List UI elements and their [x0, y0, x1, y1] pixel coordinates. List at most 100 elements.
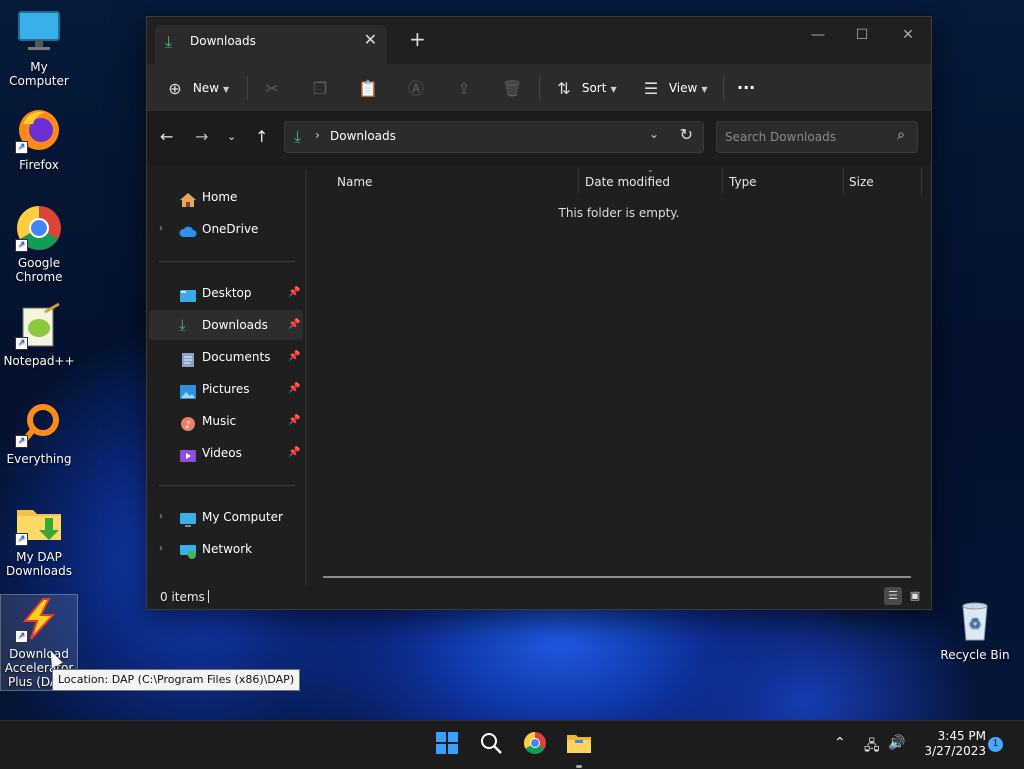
chevron-down-icon: ▼ [223, 85, 230, 94]
pin-icon[interactable]: 📌 [288, 278, 300, 308]
nav-item-my-computer[interactable]: › My Computer [149, 502, 303, 532]
pin-icon[interactable]: 📌 [288, 342, 300, 372]
home-icon [179, 189, 197, 207]
desktop-icon-chrome[interactable]: ↗ Google Chrome [1, 204, 77, 284]
desktop-icon-label: Notepad++ [3, 354, 75, 368]
sort-button[interactable]: ⇅ Sort ▼ [554, 74, 616, 102]
notepad-plus-plus-icon: ↗ [15, 302, 63, 350]
rename-button[interactable]: Ⓐ [406, 74, 426, 102]
pin-icon[interactable]: 📌 [288, 438, 300, 468]
nav-item-home[interactable]: Home [149, 182, 303, 212]
pin-icon[interactable]: 📌 [288, 310, 300, 340]
nav-label: Network [202, 542, 253, 556]
paste-button[interactable]: 📋 [358, 74, 378, 102]
nav-item-onedrive[interactable]: › OneDrive [149, 214, 303, 244]
monitor-icon [15, 8, 63, 56]
desktop-icon-firefox[interactable]: ↗ Firefox [1, 106, 77, 172]
scissors-icon: ✂ [265, 78, 279, 98]
close-window-button[interactable]: ✕ [885, 21, 931, 49]
minimize-button[interactable]: — [795, 21, 841, 49]
empty-folder-message: This folder is empty. [558, 206, 680, 220]
cut-button[interactable]: ✂ [262, 74, 282, 102]
expand-chevron-icon[interactable]: › [159, 534, 163, 564]
desktop-icon-my-computer[interactable]: My Computer [1, 8, 77, 88]
clock-date: 3/27/2023 [924, 744, 986, 758]
magnifier-icon: ↗ [15, 400, 63, 448]
recent-locations-chevron-icon[interactable]: ⌄ [227, 130, 236, 143]
column-header-type[interactable]: Type [729, 175, 757, 189]
taskbar-chrome[interactable] [521, 731, 549, 759]
desktop-icon-everything[interactable]: ↗ Everything [1, 400, 77, 466]
column-header-name[interactable]: Name [337, 175, 372, 189]
tab-downloads[interactable]: ⤓ Downloads ✕ [155, 25, 387, 64]
taskbar: ⌃ 🖧 🔊 3:45 PM 3/27/2023 1 [0, 720, 1024, 769]
more-options-button[interactable]: ··· [737, 74, 755, 102]
share-button[interactable]: ⇪ [454, 74, 474, 102]
pin-icon[interactable]: 📌 [288, 406, 300, 436]
tiles-view-button[interactable]: ▣ [906, 587, 924, 605]
copy-button[interactable]: ❐ [310, 74, 330, 102]
nav-item-pictures[interactable]: Pictures 📌 [149, 374, 303, 404]
nav-label: Music [202, 414, 237, 428]
volume-icon[interactable]: 🔊 [888, 735, 905, 751]
new-button[interactable]: ⊕ New ▼ [165, 74, 229, 102]
maximize-button[interactable]: ☐ [839, 21, 885, 49]
desktop-icon-notepad-plus-plus[interactable]: ↗ Notepad++ [1, 302, 77, 368]
search-placeholder: Search Downloads [725, 130, 836, 144]
breadcrumb-downloads[interactable]: Downloads [330, 129, 396, 143]
search-button[interactable] [477, 731, 505, 759]
nav-item-documents[interactable]: Documents 📌 [149, 342, 303, 372]
shortcut-arrow-icon: ↗ [15, 239, 28, 252]
nav-label: Desktop [202, 286, 252, 300]
search-icon: ⌕ [897, 127, 905, 143]
up-arrow-icon[interactable]: ↑ [255, 127, 268, 146]
expand-chevron-icon[interactable]: › [159, 214, 163, 244]
network-status-icon[interactable]: 🖧 [864, 735, 880, 759]
delete-button[interactable]: 🗑 [502, 74, 522, 102]
column-header-size[interactable]: Size [849, 175, 874, 189]
nav-item-desktop[interactable]: Desktop 📌 [149, 278, 303, 308]
pictures-icon [179, 381, 197, 399]
new-tab-button[interactable]: + [409, 27, 426, 51]
location-tooltip: Location: DAP (C:\Program Files (x86)\DA… [52, 669, 301, 691]
taskbar-file-explorer[interactable] [565, 731, 593, 759]
shortcut-arrow-icon: ↗ [15, 533, 28, 546]
close-tab-icon[interactable]: ✕ [364, 30, 377, 49]
shortcut-arrow-icon: ↗ [15, 435, 28, 448]
view-button[interactable]: ☰ View ▼ [641, 74, 708, 102]
tab-title: Downloads [190, 34, 256, 48]
pin-icon[interactable]: 📌 [288, 374, 300, 404]
notification-badge[interactable]: 1 [988, 737, 1003, 752]
recycle-bin-icon: ♻ [951, 596, 999, 644]
start-button[interactable] [433, 731, 461, 759]
video-icon [179, 445, 197, 462]
horizontal-scrollbar[interactable] [323, 576, 911, 578]
firefox-icon: ↗ [15, 106, 63, 154]
refresh-icon[interactable]: ↻ [680, 125, 693, 144]
shortcut-arrow-icon: ↗ [15, 141, 28, 154]
column-header-date-modified[interactable]: Date modified [585, 175, 670, 189]
nav-label: OneDrive [202, 222, 259, 236]
nav-item-videos[interactable]: Videos 📌 [149, 438, 303, 468]
nav-item-music[interactable]: ♪ Music 📌 [149, 406, 303, 436]
view-lines-icon: ☰ [643, 78, 659, 98]
music-icon: ♪ [179, 413, 197, 431]
folder-icon [567, 735, 591, 753]
sort-label: Sort [581, 81, 607, 95]
address-bar[interactable]: ⤓ › Downloads ⌄ ↻ [284, 121, 704, 153]
show-hidden-icons-chevron-icon[interactable]: ⌃ [834, 735, 846, 751]
view-label: View [668, 81, 698, 95]
clock[interactable]: 3:45 PM 3/27/2023 [916, 729, 986, 759]
nav-item-downloads[interactable]: ⤓ Downloads 📌 [149, 310, 303, 340]
search-input[interactable]: Search Downloads ⌕ [716, 121, 918, 153]
desktop-icon-recycle-bin[interactable]: ♻ Recycle Bin [937, 596, 1013, 662]
address-dropdown-icon[interactable]: ⌄ [649, 127, 659, 141]
forward-arrow-icon[interactable]: → [195, 127, 208, 146]
expand-chevron-icon[interactable]: › [159, 502, 163, 532]
details-view-button[interactable]: ☰ [884, 587, 902, 605]
desktop-icon-my-dap-downloads[interactable]: ↗ My DAP Downloads [1, 498, 77, 578]
nav-item-network[interactable]: › Network [149, 534, 303, 564]
back-arrow-icon[interactable]: ← [160, 127, 173, 146]
chrome-icon [524, 732, 546, 754]
desktop-icon-label: Everything [6, 452, 72, 466]
